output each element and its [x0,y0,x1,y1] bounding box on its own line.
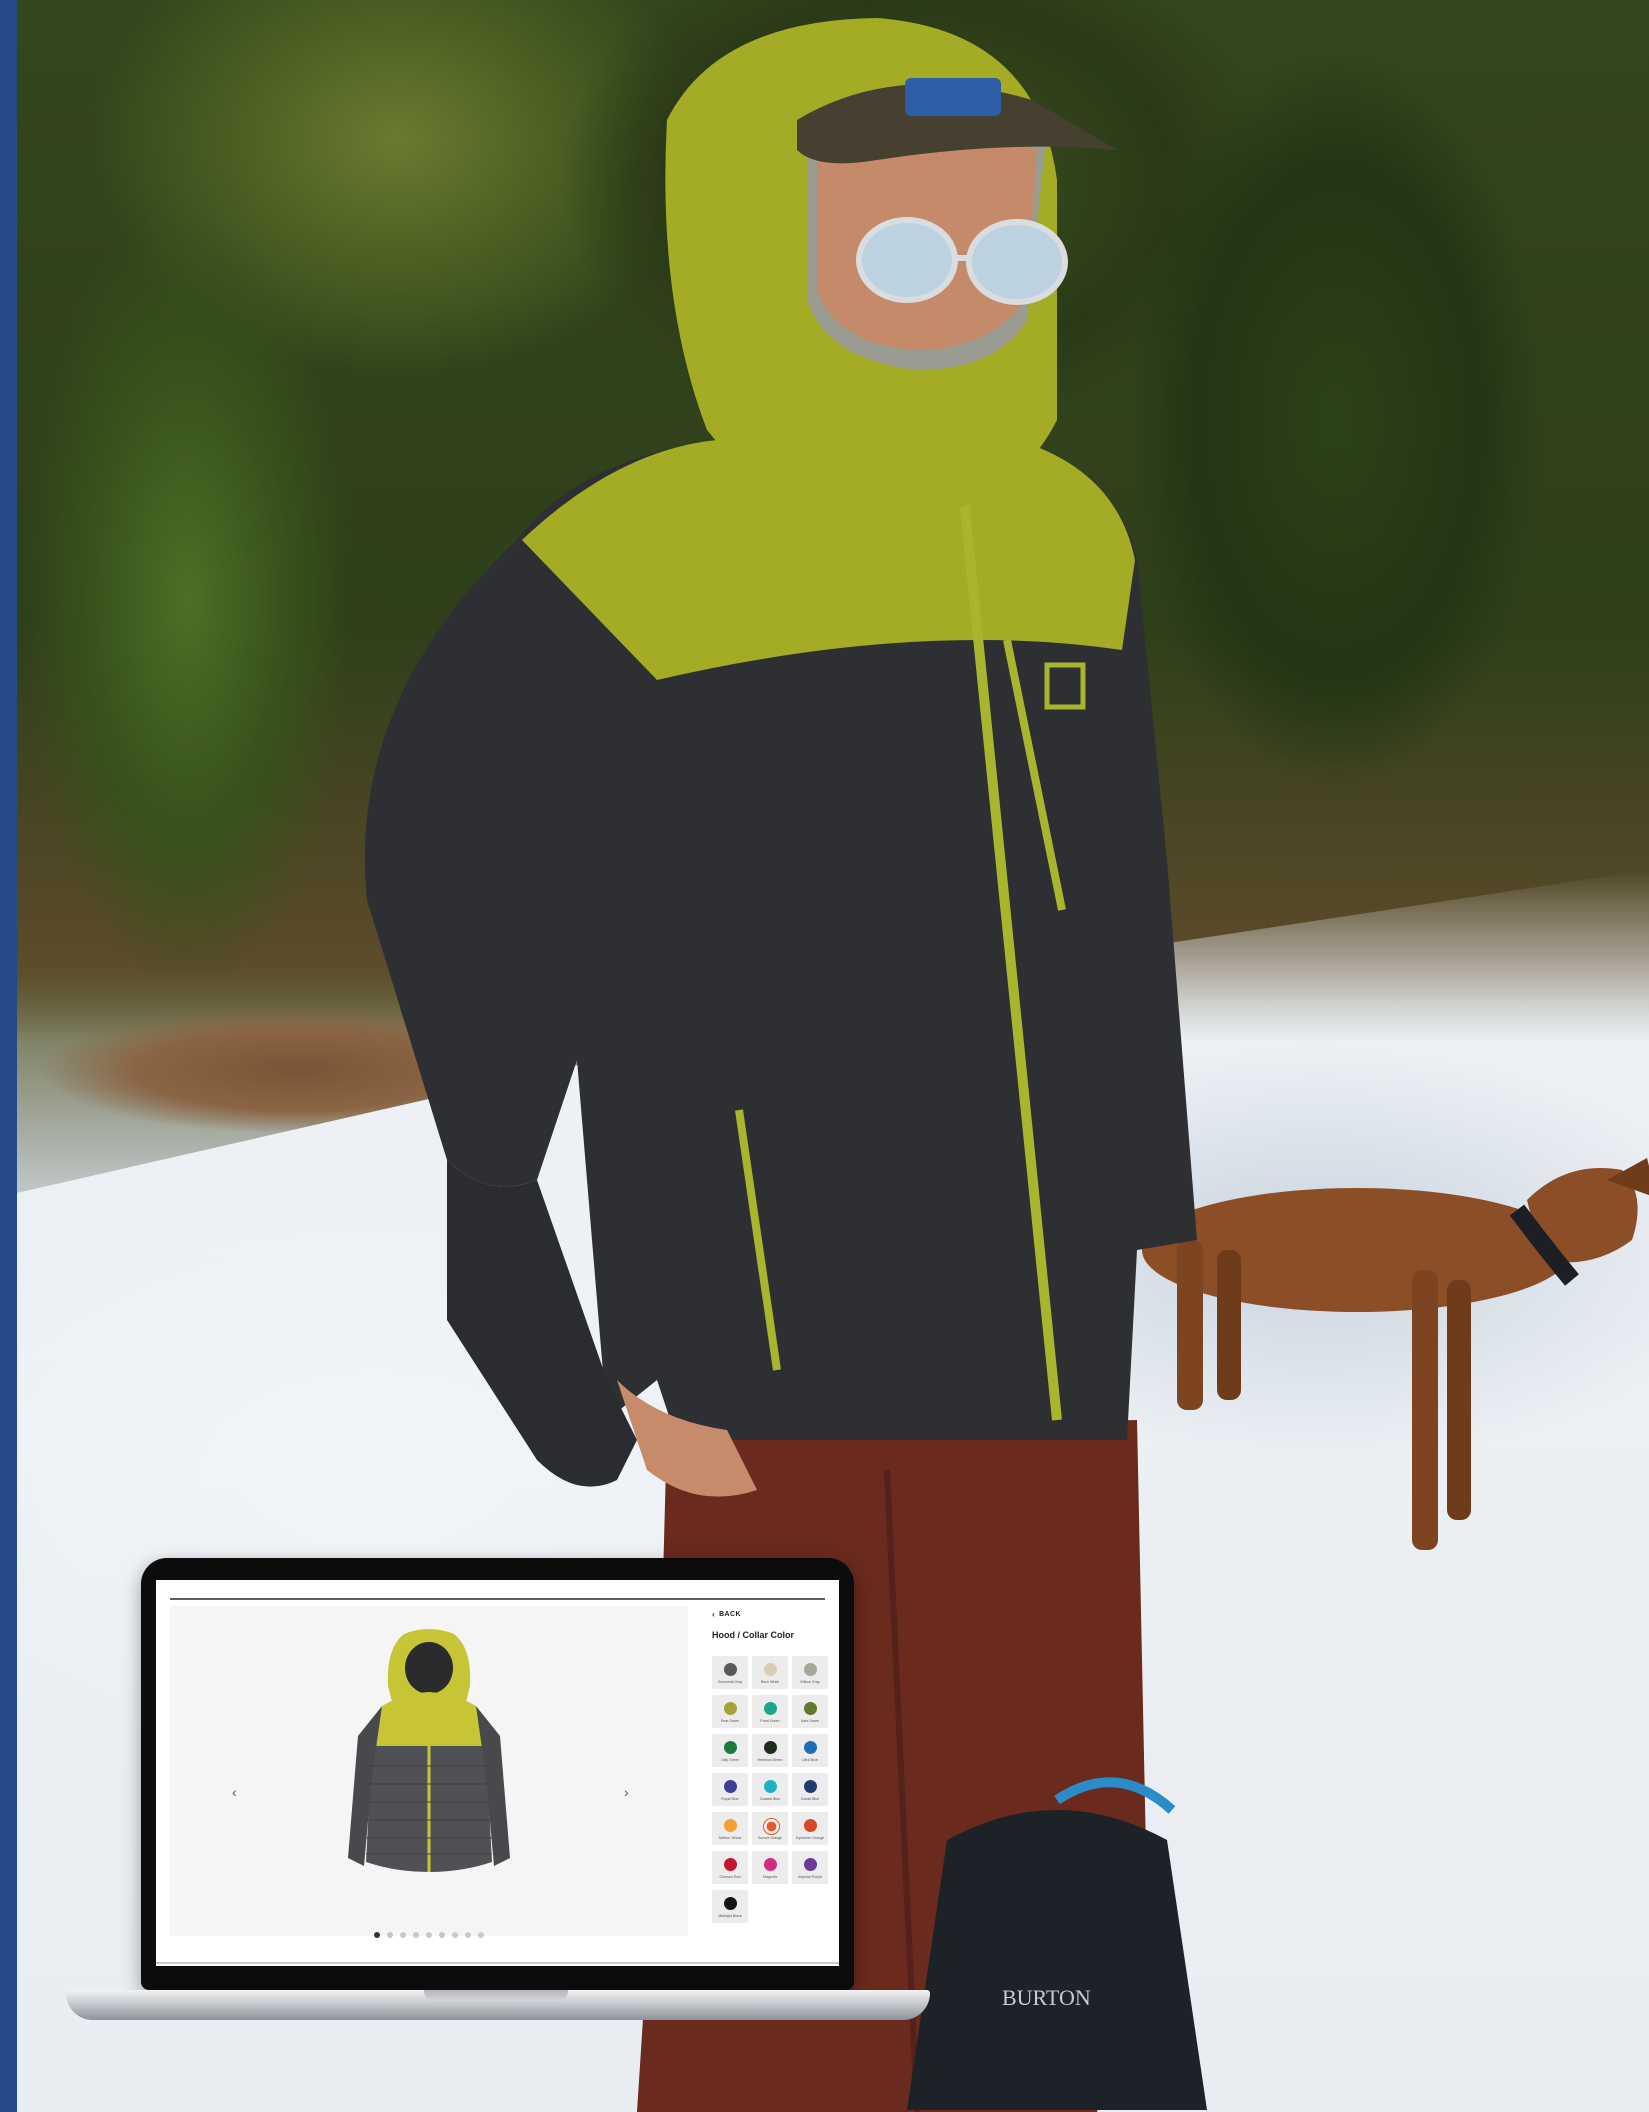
color-swatch[interactable]: Sunset Orange [752,1812,788,1845]
pagination-dot[interactable] [387,1932,393,1938]
swatch-label: Coastal Blue [759,1797,781,1801]
swatch-label: Midnight Black [718,1914,742,1918]
chevron-right-icon[interactable]: › [624,1784,629,1800]
swatch-label: Crimson Red [719,1875,741,1879]
swatch-color-dot [763,1780,777,1793]
color-swatch[interactable]: Birch White [752,1656,788,1689]
swatch-color-dot [723,1780,737,1793]
swatch-label: Imperial Purple [797,1875,823,1879]
swatch-label: Saffron Yellow [718,1836,742,1840]
color-swatch[interactable]: Magenta [752,1851,788,1884]
panel-title: Hood / Collar Color [712,1630,794,1640]
color-swatch[interactable]: Ultra Blue [792,1734,828,1767]
swatch-label: Pear Green [720,1719,740,1723]
swatch-label: Willow Gray [800,1680,820,1684]
swatch-color-dot [762,1818,780,1835]
swatch-color-dot [723,1741,737,1754]
chevron-left-icon: ‹ [712,1610,716,1619]
color-swatch[interactable]: Gunmetal Gray [712,1656,748,1689]
pagination-dot[interactable] [426,1932,432,1938]
color-swatch[interactable]: Saffron Yellow [712,1812,748,1845]
pagination-dot[interactable] [413,1932,419,1938]
pagination-dot[interactable] [374,1932,380,1938]
swatch-color-dot [723,1663,737,1676]
svg-text:BURTON: BURTON [1002,1985,1091,2010]
swatch-label: Kale Green [800,1719,820,1723]
bottom-divider [156,1962,839,1964]
blue-border-strip [0,0,17,2112]
color-swatch[interactable]: Midnight Black [712,1890,748,1923]
swatch-label: Pond Green [760,1719,780,1723]
color-swatch[interactable]: Cobalt Blue [792,1773,828,1806]
swatch-color-dot [723,1858,737,1871]
laptop-screen-bezel: ‹ › ‹ BACK Hood / Collar Color Gunmetal … [141,1558,854,1990]
swatch-label: Birch White [760,1680,780,1684]
swatch-color-dot [803,1819,817,1832]
product-image-carousel[interactable]: ‹ › [170,1606,688,1936]
swatch-color-dot [763,1702,777,1715]
color-swatch[interactable]: Pond Green [752,1695,788,1728]
top-divider [170,1598,825,1600]
swatch-color-dot [763,1858,777,1871]
swatch-color-dot [803,1702,817,1715]
swatch-color-dot [803,1858,817,1871]
swatch-label: Hemlock Green [757,1758,783,1762]
color-swatch[interactable]: Willow Gray [792,1656,828,1689]
color-swatch[interactable]: Hemlock Green [752,1734,788,1767]
laptop-notch [424,1990,568,2001]
swatch-label: Magenta [763,1875,777,1879]
swatch-color-dot [803,1780,817,1793]
swatch-color-dot [803,1741,817,1754]
swatch-color-dot [763,1663,777,1676]
carousel-pagination [374,1932,484,1938]
color-swatch[interactable]: Imperial Purple [792,1851,828,1884]
color-swatch[interactable]: Dynamite Orange [792,1812,828,1845]
dog-figure [1142,1158,1649,1550]
pagination-dot[interactable] [465,1932,471,1938]
swatch-color-dot [723,1819,737,1832]
pagination-dot[interactable] [439,1932,445,1938]
jacket-product-image [348,1629,510,1872]
swatch-label: Jolly Green [720,1758,740,1762]
hood-and-head [665,18,1117,520]
color-swatch[interactable]: Jolly Green [712,1734,748,1767]
color-swatch-grid: Gunmetal Gray Birch White Willow Gray Pear … [712,1656,832,1923]
swatch-color-dot [723,1702,737,1715]
swatch-label: Dynamite Orange [795,1836,825,1840]
chevron-left-icon[interactable]: ‹ [232,1784,237,1800]
swatch-color-dot [763,1741,777,1754]
configurator-screen: ‹ › ‹ BACK Hood / Collar Color Gunmetal … [156,1580,839,1966]
pagination-dot[interactable] [400,1932,406,1938]
swatch-label: Cobalt Blue [800,1797,820,1801]
back-link[interactable]: ‹ BACK [712,1610,741,1619]
color-swatch[interactable]: Pear Green [712,1695,748,1728]
color-swatch[interactable]: Coastal Blue [752,1773,788,1806]
swatch-label: Sunset Orange [757,1836,783,1840]
back-label: BACK [719,1611,741,1618]
swatch-color-dot [803,1663,817,1676]
color-options-panel: ‹ BACK Hood / Collar Color Gunmetal Gray… [704,1606,832,1956]
color-swatch[interactable]: Royal Blue [712,1773,748,1806]
swatch-label: Ultra Blue [802,1758,818,1762]
swatch-color-dot [723,1897,737,1910]
color-swatch[interactable]: Kale Green [792,1695,828,1728]
swatch-label: Royal Blue [721,1797,739,1801]
color-swatch[interactable]: Crimson Red [712,1851,748,1884]
swatch-label: Gunmetal Gray [717,1680,743,1684]
pagination-dot[interactable] [478,1932,484,1938]
jacket [364,379,1197,1497]
pagination-dot[interactable] [452,1932,458,1938]
